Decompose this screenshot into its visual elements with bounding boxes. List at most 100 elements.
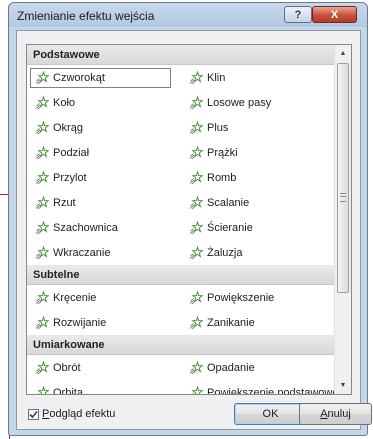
effect-item-label: Rozwijanie (53, 316, 107, 329)
effect-item-content: Zanikanie (189, 314, 255, 330)
star-effect-icon (35, 244, 50, 260)
effect-item-content: Przylot (35, 169, 87, 185)
effect-item[interactable]: Czworokąt (27, 65, 181, 90)
star-effect-icon (35, 94, 50, 110)
preview-effect-label: Podgląd efektu (42, 408, 116, 420)
preview-effect-checkbox[interactable]: Podgląd efektu (28, 408, 115, 420)
checkbox-icon[interactable] (28, 408, 39, 420)
dialog-title: Zmienianie efektu wejścia (17, 9, 155, 23)
effect-item-label: Powiększenie (207, 291, 275, 304)
effect-item[interactable]: Żaluzja (181, 240, 335, 265)
effect-item-content: Losowe pasy (189, 94, 272, 110)
effect-item-content: Prążki (189, 144, 238, 160)
ok-button[interactable]: OK (234, 403, 307, 425)
star-effect-icon (189, 169, 204, 185)
effect-item[interactable]: Zanikanie (181, 310, 335, 335)
effect-item-label: Koło (53, 96, 76, 109)
effect-item-label: Plus (207, 121, 229, 134)
effect-item[interactable]: Prążki (181, 140, 335, 165)
group-header: Subtelne (27, 265, 335, 285)
effect-item-label: Zanikanie (207, 316, 255, 329)
effect-item[interactable]: Orbita (27, 380, 181, 394)
star-effect-icon (35, 219, 50, 235)
star-effect-icon (35, 359, 50, 375)
effects-grid: Czworokąt Klin Koło Losowe pasy Okrąg Plus Pod… (27, 65, 335, 265)
effect-item[interactable]: Koło (27, 90, 181, 115)
star-effect-icon (189, 219, 204, 235)
checkmark-icon (29, 410, 38, 418)
effect-item-content: Romb (189, 169, 237, 185)
star-effect-icon (189, 119, 204, 135)
effect-item-content: Klin (189, 69, 225, 85)
effect-item-label: Kręcenie (53, 291, 97, 304)
effects-grid: Obrót Opadanie Orbita Powiększenie podstawo… (27, 355, 339, 395)
effect-item-label: Wkraczanie (53, 246, 111, 259)
effect-item-label: Powiększenie podstawowe (207, 386, 339, 395)
effects-listbox[interactable]: Podstawowe Czworokąt Klin Koło Losowe pasy Ok… (26, 44, 352, 395)
effect-item[interactable]: Powiększenie podstawowe (181, 380, 339, 395)
scrollbar-thumb[interactable] (337, 63, 349, 293)
effect-item-content: Czworokąt (30, 67, 171, 88)
star-effect-icon (189, 314, 204, 330)
effect-item-content: Kręcenie (35, 289, 97, 305)
effect-item[interactable]: Kręcenie (27, 285, 181, 310)
cancel-button[interactable]: Anuluj (299, 403, 372, 425)
effect-item-label: Żaluzja (207, 246, 243, 259)
effect-item[interactable]: Rzut (27, 190, 181, 215)
star-effect-icon (35, 384, 50, 394)
effect-item[interactable]: Scalanie (181, 190, 335, 215)
effect-item[interactable]: Romb (181, 165, 335, 190)
effect-item-label: Scalanie (207, 196, 250, 209)
effect-item[interactable]: Ścieranie (181, 215, 335, 240)
star-effect-icon (35, 289, 50, 305)
scroll-up-arrow-icon[interactable]: ▲ (335, 45, 351, 62)
effect-item-content: Powiększenie podstawowe (189, 384, 339, 395)
vertical-scrollbar[interactable]: ▲ ▼ (334, 45, 351, 394)
effect-item-content: Plus (189, 119, 229, 135)
effect-item-content: Żaluzja (189, 244, 243, 260)
effect-item-content: Podział (35, 144, 89, 160)
group-header: Umiarkowane (27, 335, 335, 355)
effect-item-label: Romb (207, 171, 237, 184)
effect-item[interactable]: Szachownica (27, 215, 181, 240)
effect-item[interactable]: Podział (27, 140, 181, 165)
effect-item-content: Ścieranie (189, 219, 253, 235)
effect-item-content: Szachownica (35, 219, 118, 235)
effects-list: Podstawowe Czworokąt Klin Koło Losowe pasy Ok… (27, 45, 339, 395)
effect-item-content: Rzut (35, 194, 76, 210)
help-button[interactable]: ? (284, 6, 312, 23)
star-effect-icon (189, 244, 204, 260)
effect-item-content: Koło (35, 94, 76, 110)
effect-item-content: Rozwijanie (35, 314, 107, 330)
star-effect-icon (35, 194, 50, 210)
effect-item-content: Orbita (35, 384, 83, 394)
effect-item-label: Opadanie (207, 361, 255, 374)
effect-item-label: Szachownica (53, 221, 118, 234)
effect-item-content: Opadanie (189, 359, 255, 375)
effect-item[interactable]: Rozwijanie (27, 310, 181, 335)
effect-item[interactable]: Plus (181, 115, 335, 140)
star-effect-icon (189, 384, 204, 394)
star-effect-icon (35, 169, 50, 185)
close-button[interactable]: X (312, 6, 357, 23)
star-effect-icon (189, 359, 204, 375)
title-bar[interactable]: Zmienianie efektu wejścia ? X (9, 3, 367, 29)
effect-item[interactable]: Klin (181, 65, 335, 90)
effect-item-content: Scalanie (189, 194, 250, 210)
effect-item[interactable]: Obrót (27, 355, 181, 380)
star-effect-icon (189, 289, 204, 305)
effect-item-label: Losowe pasy (207, 96, 272, 109)
star-effect-icon (35, 144, 50, 160)
effect-item[interactable]: Opadanie (181, 355, 335, 380)
effect-item-label: Przylot (53, 171, 87, 184)
effects-grid: Kręcenie Powiększenie Rozwijanie Zanikanie (27, 285, 335, 335)
effect-item[interactable]: Przylot (27, 165, 181, 190)
effect-item[interactable]: Powiększenie (181, 285, 335, 310)
effect-item[interactable]: Okrąg (27, 115, 181, 140)
effect-item[interactable]: Losowe pasy (181, 90, 335, 115)
scroll-down-arrow-icon[interactable]: ▼ (335, 377, 351, 394)
effect-item-content: Okrąg (35, 119, 83, 135)
effect-item[interactable]: Wkraczanie (27, 240, 181, 265)
effect-item-content: Powiększenie (189, 289, 275, 305)
effect-item-label: Ścieranie (207, 221, 253, 234)
